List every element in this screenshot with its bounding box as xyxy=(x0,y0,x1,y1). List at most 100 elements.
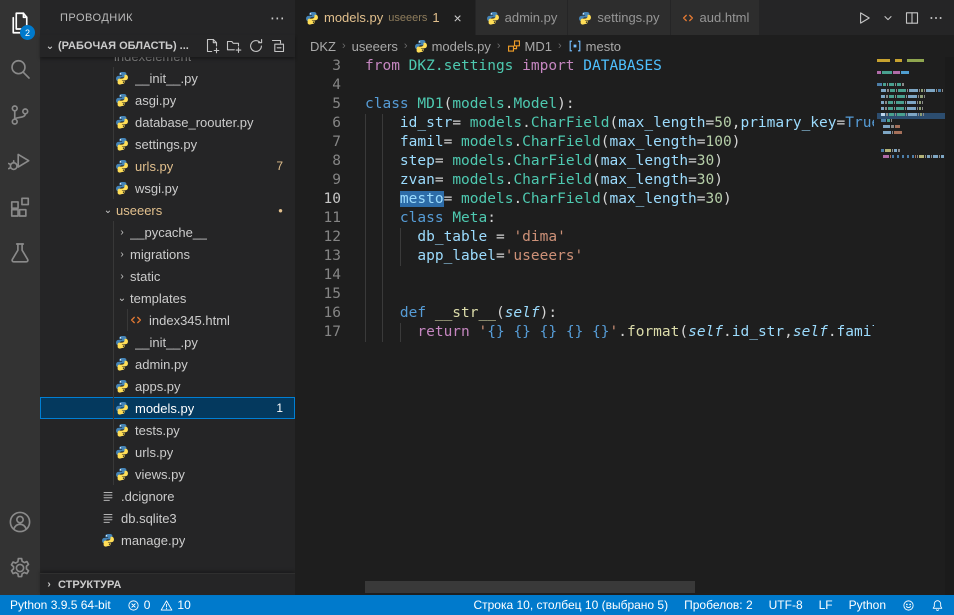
tab-models.py[interactable]: models.pyuseeers1× xyxy=(295,0,475,35)
horizontal-scrollbar[interactable] xyxy=(365,581,695,593)
tree-item-__init__.py[interactable]: __init__.py xyxy=(40,331,295,353)
code-editor[interactable]: 34567891011121314151617 from DKZ.setting… xyxy=(295,57,954,595)
tree-item-__pycache__[interactable]: ›__pycache__ xyxy=(40,221,295,243)
workspace-section-label: (РАБОЧАЯ ОБЛАСТЬ) ... xyxy=(58,40,204,52)
more-actions-button[interactable] xyxy=(926,8,946,28)
workspace-section-header[interactable]: ⌄ (РАБОЧАЯ ОБЛАСТЬ) ... xyxy=(40,35,295,57)
activity-item-account[interactable] xyxy=(0,499,40,545)
tree-item-.dcignore[interactable]: .dcignore xyxy=(40,485,295,507)
tree-indent-guide xyxy=(113,463,114,485)
new-file-icon[interactable] xyxy=(204,38,221,55)
tree-item-label: db.sqlite3 xyxy=(121,511,177,526)
status-item-1[interactable]: Пробелов: 2 xyxy=(684,598,753,612)
code-line-14 xyxy=(295,266,874,285)
activity-item-explorer[interactable]: 2 xyxy=(0,0,40,46)
breadcrumb-item-models.py[interactable]: models.py xyxy=(414,39,491,54)
new-folder-icon[interactable] xyxy=(226,38,243,55)
refresh-icon[interactable] xyxy=(248,38,265,55)
activity-badge: 2 xyxy=(20,25,35,40)
tab-settings.py[interactable]: settings.py xyxy=(568,0,669,35)
status-feedback-button[interactable] xyxy=(902,599,915,612)
tree-item-asgi.py[interactable]: asgi.py xyxy=(40,89,295,111)
split-editor-button[interactable] xyxy=(902,8,922,28)
tree-indent-guide xyxy=(113,111,114,133)
tree-item-label: manage.py xyxy=(121,533,185,548)
tree-item-apps.py[interactable]: apps.py xyxy=(40,375,295,397)
indent-guide xyxy=(365,285,366,304)
vertical-scrollbar[interactable] xyxy=(945,57,954,595)
code-lines: from DKZ.settings import DATABASESclass … xyxy=(295,57,874,342)
indent-guide xyxy=(400,323,401,342)
activity-item-search[interactable] xyxy=(0,46,40,92)
tree-item-useeers[interactable]: ⌄useeers● xyxy=(40,199,295,221)
chevron-right-icon: › xyxy=(40,579,58,590)
tree-item-templates[interactable]: ⌄templates xyxy=(40,287,295,309)
activity-item-extensions[interactable] xyxy=(0,184,40,230)
breadcrumb-separator: › xyxy=(558,40,562,52)
tree-indent-guide xyxy=(113,133,114,155)
status-notifications-button[interactable] xyxy=(931,599,944,612)
breadcrumb-label: MD1 xyxy=(525,39,552,54)
tree-item-database_roouter.py[interactable]: database_roouter.py xyxy=(40,111,295,133)
chevron-down-icon: ⌄ xyxy=(114,293,130,304)
tree-item-urls.py[interactable]: urls.py xyxy=(40,441,295,463)
tree-indent-guide xyxy=(113,89,114,111)
tree-item-migrations[interactable]: ›migrations xyxy=(40,243,295,265)
tree-item-urls.py[interactable]: urls.py7 xyxy=(40,155,295,177)
python-interpreter-item[interactable]: Python 3.9.5 64-bit xyxy=(10,598,111,612)
sidebar-more-icon[interactable]: ⋯ xyxy=(270,9,285,27)
breadcrumb-item-DKZ[interactable]: DKZ xyxy=(310,39,336,54)
tab-aud.html[interactable]: aud.html xyxy=(671,0,760,35)
tree-item-partial[interactable]: indexelement xyxy=(40,57,295,67)
tree-item-index345.html[interactable]: index345.html xyxy=(40,309,295,331)
activity-item-source-control[interactable] xyxy=(0,92,40,138)
code-line-15 xyxy=(295,285,874,304)
minimap[interactable] xyxy=(877,59,945,161)
tree-item-db.sqlite3[interactable]: db.sqlite3 xyxy=(40,507,295,529)
tree-item-label: indexelement xyxy=(114,57,191,64)
tree-item-manage.py[interactable]: manage.py xyxy=(40,529,295,551)
activity-item-settings[interactable] xyxy=(0,545,40,591)
tree-item-__init__.py[interactable]: __init__.py xyxy=(40,67,295,89)
tree-item-static[interactable]: ›static xyxy=(40,265,295,287)
outline-section-header[interactable]: › СТРУКТУРА xyxy=(40,573,295,595)
status-item-4[interactable]: Python xyxy=(849,598,886,612)
symbol-class-icon xyxy=(507,39,521,53)
tree-item-label: database_roouter.py xyxy=(135,115,254,130)
tree-item-label: __pycache__ xyxy=(130,225,207,240)
code-line-16: def __str__(self): xyxy=(295,304,874,323)
code-line-4 xyxy=(295,76,874,95)
tree-item-label: .dcignore xyxy=(121,489,174,504)
activity-bar-top: 2 xyxy=(0,0,40,276)
status-item-2[interactable]: UTF-8 xyxy=(769,598,803,612)
breadcrumb-item-mesto[interactable]: mesto xyxy=(568,39,621,54)
tree-indent-guide xyxy=(127,309,128,331)
indent-guide xyxy=(382,304,383,323)
tab-admin.py[interactable]: admin.py xyxy=(476,0,568,35)
tree-item-models.py[interactable]: models.py1 xyxy=(40,397,295,419)
tree-item-settings.py[interactable]: settings.py xyxy=(40,133,295,155)
breadcrumb-label: DKZ xyxy=(310,39,336,54)
tree-item-admin.py[interactable]: admin.py xyxy=(40,353,295,375)
run-dropdown-button[interactable] xyxy=(878,8,898,28)
collapse-all-icon[interactable] xyxy=(270,38,287,55)
problems-item[interactable]: 010 xyxy=(127,598,191,612)
run-button[interactable] xyxy=(854,8,874,28)
status-item-0[interactable]: Строка 10, столбец 10 (выбрано 5) xyxy=(473,598,668,612)
breadcrumb-item-useeers[interactable]: useeers xyxy=(352,39,398,54)
py-file-icon xyxy=(305,11,319,25)
activity-bar: 2 xyxy=(0,0,40,595)
tree-item-tests.py[interactable]: tests.py xyxy=(40,419,295,441)
tree-item-views.py[interactable]: views.py xyxy=(40,463,295,485)
status-item-3[interactable]: LF xyxy=(819,598,833,612)
code-line-9: zvan= models.CharField(max_length=30) xyxy=(295,171,874,190)
indent-guide xyxy=(400,247,401,266)
close-icon[interactable]: × xyxy=(451,10,465,26)
indent-guide xyxy=(382,266,383,285)
chevron-right-icon: › xyxy=(114,249,130,260)
activity-item-testing[interactable] xyxy=(0,230,40,276)
breadcrumb-item-MD1[interactable]: MD1 xyxy=(507,39,552,54)
tree-item-wsgi.py[interactable]: wsgi.py xyxy=(40,177,295,199)
activity-item-run-debug[interactable] xyxy=(0,138,40,184)
status-bar: Python 3.9.5 64-bit 010 Строка 10, столб… xyxy=(0,595,954,615)
